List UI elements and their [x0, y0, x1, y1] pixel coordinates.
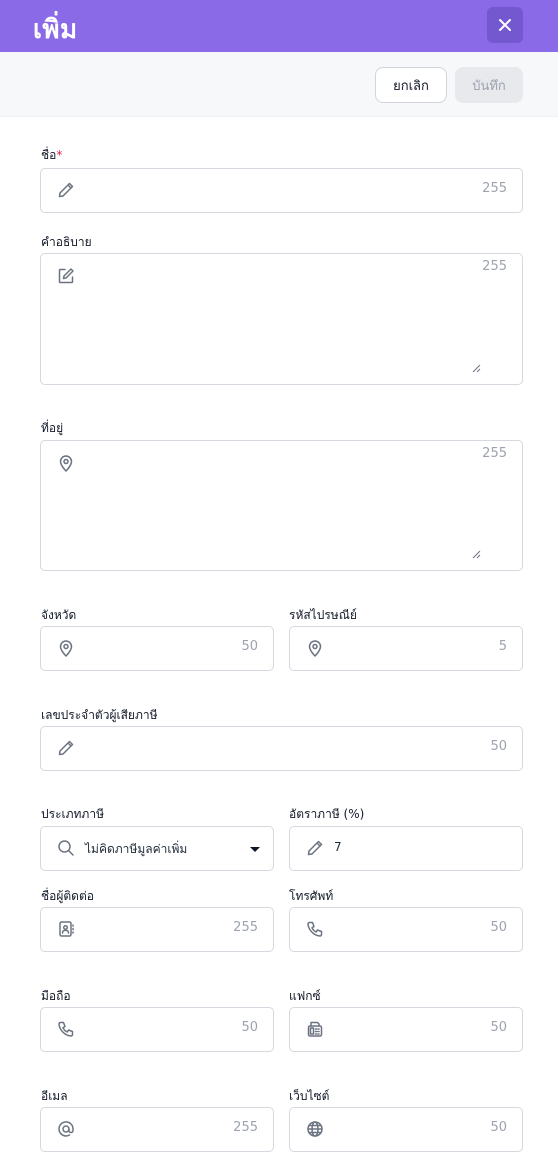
phone-field[interactable]: 50: [289, 907, 523, 952]
map-pin-icon: [59, 640, 73, 657]
at-sign-icon: [58, 1121, 74, 1137]
action-toolbar: ยกเลิก บันทึก: [0, 52, 558, 117]
email-label: อีเมล: [41, 1089, 68, 1103]
tax-rate-value: 7: [334, 840, 342, 854]
close-button[interactable]: [487, 7, 523, 43]
tax-rate-field[interactable]: 7: [289, 826, 523, 871]
close-icon: [499, 19, 511, 31]
fax-icon: [307, 1021, 323, 1037]
globe-icon: [307, 1121, 323, 1137]
save-button: บันทึก: [455, 67, 523, 103]
name-label: ชื่อ*: [41, 148, 63, 162]
mobile-label: มือถือ: [41, 989, 71, 1003]
contact-name-char-counter: 255: [233, 920, 258, 935]
dialog-title: เพิ่ม: [33, 15, 78, 45]
tax-id-field[interactable]: 50: [40, 726, 523, 771]
description-label: คำอธิบาย: [41, 235, 92, 249]
contact-card-icon: [59, 921, 74, 937]
fax-label: แฟกซ์: [289, 989, 321, 1003]
map-pin-icon: [59, 455, 73, 472]
address-textarea[interactable]: 255: [40, 440, 523, 571]
website-label: เว็บไซต์: [289, 1089, 330, 1103]
province-char-counter: 50: [241, 639, 258, 654]
province-label: จังหวัด: [41, 608, 77, 622]
tax-id-label: เลขประจำตัวผู้เสียภาษี: [41, 708, 158, 722]
mobile-field[interactable]: 50: [40, 1007, 274, 1052]
phone-char-counter: 50: [490, 920, 507, 935]
tax-id-char-counter: 50: [490, 739, 507, 754]
fax-field[interactable]: 50: [289, 1007, 523, 1052]
tax-type-select[interactable]: ไม่คิดภาษีมูลค่าเพิ่ม: [40, 826, 274, 871]
description-char-counter: 255: [482, 259, 507, 274]
tax-type-value: ไม่คิดภาษีมูลค่าเพิ่ม: [85, 842, 188, 856]
contact-name-label: ชื่อผู้ติดต่อ: [41, 889, 94, 903]
province-field[interactable]: 50: [40, 626, 274, 671]
name-field[interactable]: 255: [40, 168, 523, 213]
pencil-icon: [58, 182, 74, 198]
contact-name-field[interactable]: 255: [40, 907, 274, 952]
name-char-counter: 255: [482, 181, 507, 196]
email-field[interactable]: 255: [40, 1107, 274, 1152]
fax-char-counter: 50: [490, 1020, 507, 1035]
pencil-icon: [58, 740, 74, 756]
resize-handle[interactable]: [472, 550, 481, 559]
postal-code-char-counter: 5: [498, 639, 507, 654]
phone-label: โทรศัพท์: [289, 889, 334, 903]
phone-icon: [307, 921, 323, 937]
postal-code-label: รหัสไปรษณีย์: [289, 608, 357, 622]
map-pin-icon: [308, 640, 322, 657]
dialog-header: เพิ่ม: [0, 0, 558, 52]
tax-type-label: ประเภทภาษี: [41, 807, 104, 821]
required-mark: *: [56, 148, 63, 162]
pencil-icon: [307, 840, 323, 856]
cancel-button[interactable]: ยกเลิก: [375, 67, 447, 103]
mobile-char-counter: 50: [241, 1020, 258, 1035]
chevron-down-icon[interactable]: [250, 847, 260, 852]
postal-code-field[interactable]: 5: [289, 626, 523, 671]
address-char-counter: 255: [482, 446, 507, 461]
description-textarea[interactable]: 255: [40, 253, 523, 385]
search-icon: [58, 840, 74, 856]
website-field[interactable]: 50: [289, 1107, 523, 1152]
resize-handle[interactable]: [472, 364, 481, 373]
edit-square-icon: [58, 268, 74, 284]
phone-icon: [58, 1021, 74, 1037]
website-char-counter: 50: [490, 1120, 507, 1135]
address-label: ที่อยู่: [41, 421, 64, 435]
tax-rate-label: อัตราภาษี (%): [289, 807, 365, 821]
email-char-counter: 255: [233, 1120, 258, 1135]
